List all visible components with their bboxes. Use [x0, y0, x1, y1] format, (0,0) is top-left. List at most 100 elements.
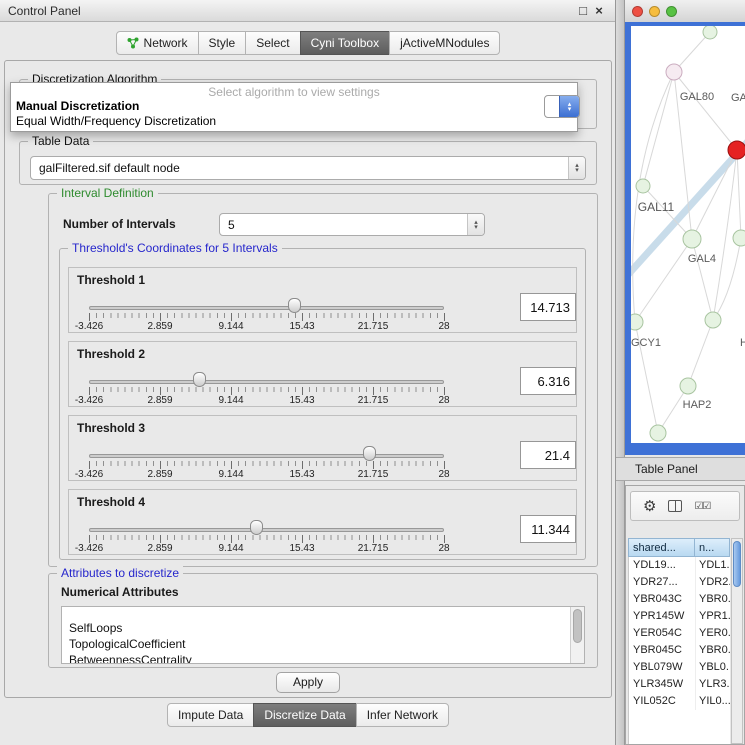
table-row[interactable]: YBR045C YBR0...: [629, 642, 730, 659]
cell-shared-name[interactable]: YDL19...: [629, 557, 696, 574]
cell-shared-name[interactable]: YBL079W: [629, 659, 696, 676]
table-row[interactable]: YLR345W YLR3...: [629, 676, 730, 693]
control-panel-window: Control Panel □ × Network Style Select C…: [0, 0, 616, 745]
cell-name[interactable]: YDR2...: [696, 574, 730, 591]
split-pane-divider[interactable]: [616, 0, 625, 745]
combobox-stepper-icon[interactable]: ▴ ▾: [568, 157, 585, 179]
threshold-4-value-field[interactable]: [520, 515, 576, 543]
tab-discretize-data[interactable]: Discretize Data: [253, 703, 356, 727]
scale-label: 28: [438, 543, 449, 554]
algorithm-dropdown-popup: Select algorithm to view settings Manual…: [10, 82, 578, 132]
algorithm-combobox-fragment[interactable]: ▴ ▾: [544, 95, 580, 118]
table-row[interactable]: YPR145W YPR1...: [629, 608, 730, 625]
cell-name[interactable]: YPR1...: [696, 608, 730, 625]
table-row[interactable]: YDR27... YDR2...: [629, 574, 730, 591]
cell-name[interactable]: YBL0...: [696, 659, 730, 676]
threshold-3-slider-track[interactable]: [89, 454, 444, 458]
list-scrollbar-thumb[interactable]: [573, 609, 582, 643]
network-node[interactable]: [733, 230, 745, 246]
list-item-topologicalcoefficient[interactable]: TopologicalCoefficient: [62, 636, 584, 652]
cell-name[interactable]: YIL0...: [696, 693, 730, 710]
network-node[interactable]: [650, 425, 666, 441]
gear-icon[interactable]: ⚙: [643, 499, 656, 514]
node-label-gal4: GAL4: [688, 253, 716, 265]
zoom-traffic-light-icon[interactable]: [666, 6, 677, 17]
table-row[interactable]: YBL079W YBL0...: [629, 659, 730, 676]
cell-shared-name[interactable]: YBR043C: [629, 591, 696, 608]
network-node[interactable]: [636, 179, 650, 193]
table-row[interactable]: YBR043C YBR0...: [629, 591, 730, 608]
cell-shared-name[interactable]: YIL052C: [629, 693, 696, 710]
list-scrollbar[interactable]: [570, 607, 584, 663]
popup-item-manual-discretization[interactable]: Manual Discretization: [11, 99, 577, 114]
network-node[interactable]: [703, 26, 717, 39]
number-of-intervals-value: 5: [220, 218, 467, 232]
network-node-gal80[interactable]: [666, 64, 682, 80]
table-row[interactable]: YIL052C YIL0...: [629, 693, 730, 710]
cell-shared-name[interactable]: YBR045C: [629, 642, 696, 659]
threshold-1-value-field[interactable]: [520, 293, 576, 321]
network-canvas[interactable]: GAL80 GA GAL11 GAL4 GCY1 HAP2 H: [631, 26, 745, 443]
threshold-2-slider-track[interactable]: [89, 380, 444, 384]
network-node-selected-red[interactable]: [728, 141, 745, 159]
minimize-traffic-light-icon[interactable]: [649, 6, 660, 17]
list-item-betweennesscentrality[interactable]: BetweennessCentrality: [62, 652, 584, 664]
network-node-gal4[interactable]: [683, 230, 701, 248]
tab-network[interactable]: Network: [116, 31, 199, 55]
restore-window-icon[interactable]: □: [575, 3, 591, 18]
cell-shared-name[interactable]: YER054C: [629, 625, 696, 642]
network-icon: [127, 37, 139, 49]
apply-button[interactable]: Apply: [276, 672, 340, 693]
cell-shared-name[interactable]: YPR145W: [629, 608, 696, 625]
popup-placeholder-item[interactable]: Select algorithm to view settings: [11, 83, 577, 99]
threshold-1-slider-track[interactable]: [89, 306, 444, 310]
number-of-intervals-combobox[interactable]: 5 ▴ ▾: [219, 213, 485, 236]
list-item-selfloops[interactable]: SelfLoops: [62, 620, 584, 636]
column-header-name[interactable]: n...: [695, 538, 730, 557]
tab-impute-data[interactable]: Impute Data: [167, 703, 254, 727]
combobox-stepper-icon[interactable]: ▴ ▾: [559, 96, 579, 117]
node-label-gcy1: GCY1: [631, 337, 661, 349]
close-traffic-light-icon[interactable]: [632, 6, 643, 17]
scale-label: 28: [438, 395, 449, 406]
cell-name[interactable]: YDL1...: [696, 557, 730, 574]
threshold-3-slider-thumb[interactable]: [363, 446, 376, 461]
tab-cyni-toolbox[interactable]: Cyni Toolbox: [300, 31, 390, 55]
columns-icon[interactable]: [668, 500, 682, 512]
cell-name[interactable]: YBR0...: [696, 591, 730, 608]
table-row[interactable]: YDL19... YDL1...: [629, 557, 730, 574]
cell-name[interactable]: YBR0...: [696, 642, 730, 659]
scale-label: 21.715: [358, 469, 389, 480]
threshold-3-value-field[interactable]: [520, 441, 576, 469]
popup-item-equal-width-frequency[interactable]: Equal Width/Frequency Discretization: [11, 114, 577, 129]
network-node-gcy1[interactable]: [631, 314, 643, 330]
network-node[interactable]: [705, 312, 721, 328]
tab-jactivemnodules[interactable]: jActiveMNodules: [389, 31, 500, 55]
close-window-icon[interactable]: ×: [591, 3, 607, 18]
cell-name[interactable]: YLR3...: [696, 676, 730, 693]
table-data-combobox[interactable]: galFiltered.sif default node ▴ ▾: [30, 156, 586, 180]
table-row[interactable]: YER054C YER0...: [629, 625, 730, 642]
tab-style[interactable]: Style: [198, 31, 247, 55]
threshold-4-slider-thumb[interactable]: [250, 520, 263, 535]
threshold-1-slider-thumb[interactable]: [288, 298, 301, 313]
table-scrollbar-thumb[interactable]: [733, 541, 741, 587]
tab-select[interactable]: Select: [245, 31, 300, 55]
cell-name[interactable]: YER0...: [696, 625, 730, 642]
select-columns-checkboxes-icon[interactable]: ☑☑: [694, 501, 710, 512]
combobox-stepper-icon[interactable]: ▴ ▾: [467, 214, 484, 235]
tab-infer-network[interactable]: Infer Network: [356, 703, 449, 727]
node-label-partial-h: H: [740, 337, 745, 349]
tab-style-label: Style: [209, 36, 236, 50]
table-scrollbar[interactable]: [731, 538, 743, 744]
threshold-4-slider-track[interactable]: [89, 528, 444, 532]
cell-shared-name[interactable]: YLR345W: [629, 676, 696, 693]
network-node-hap2[interactable]: [680, 378, 696, 394]
cell-shared-name[interactable]: YDR27...: [629, 574, 696, 591]
slider-major-ticks: [89, 461, 445, 469]
scale-label: -3.426: [75, 395, 103, 406]
scale-label: 9.144: [218, 395, 243, 406]
threshold-2-slider-thumb[interactable]: [193, 372, 206, 387]
column-header-shared-name[interactable]: shared...: [628, 538, 695, 557]
threshold-2-value-field[interactable]: [520, 367, 576, 395]
